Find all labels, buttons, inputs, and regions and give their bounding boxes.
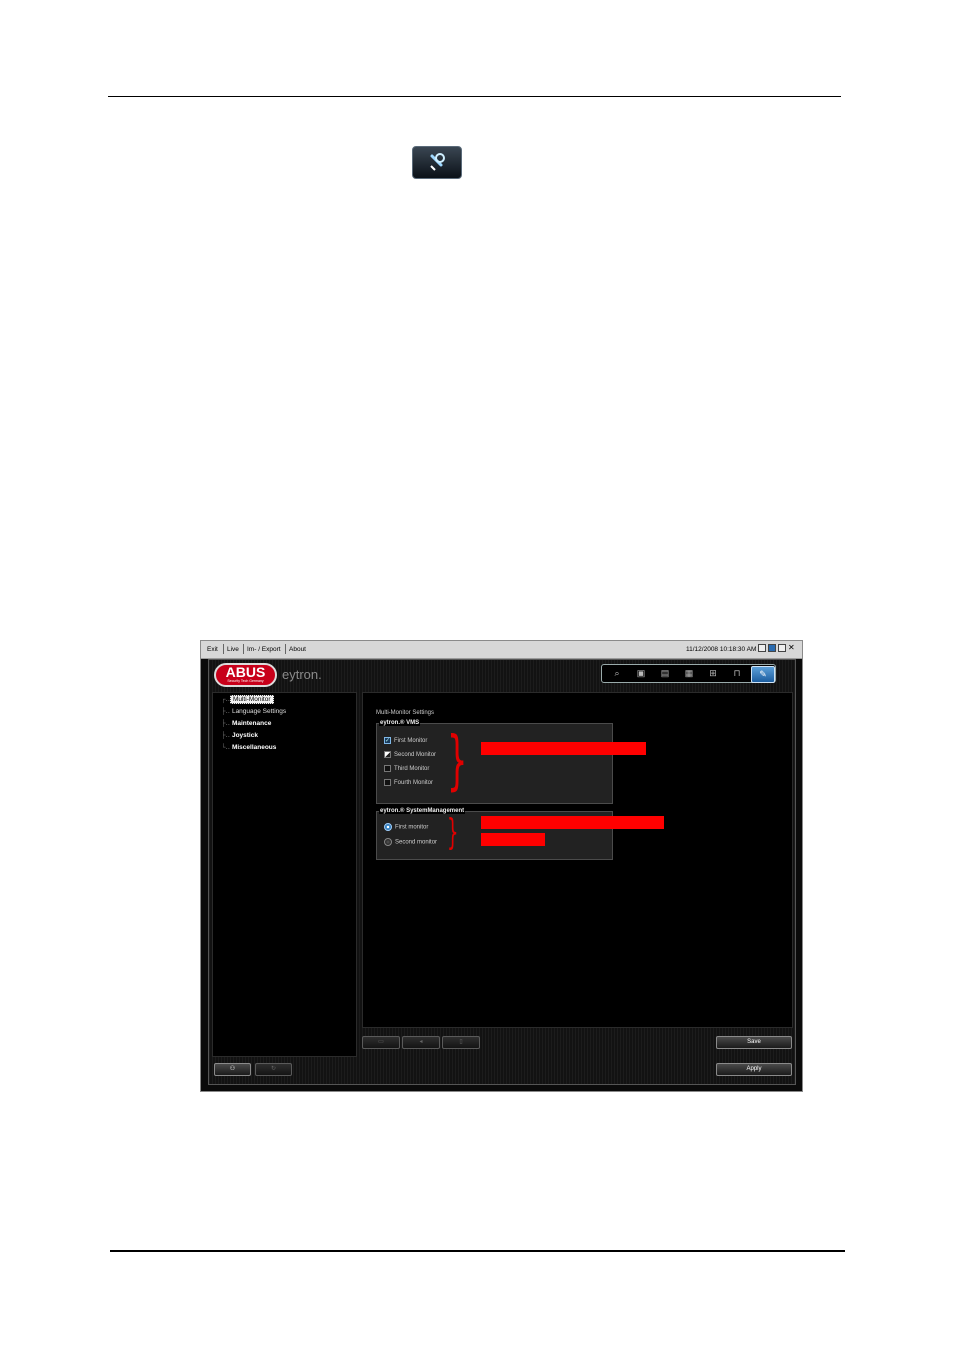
checkbox-empty-icon[interactable]	[384, 765, 391, 772]
annotation-brace: }	[447, 812, 459, 853]
footer-rule	[110, 1250, 845, 1252]
tree-item-maintenance[interactable]: ├‥ Maintenance	[221, 719, 273, 727]
logo-tagline: Security Tech Germany	[227, 679, 264, 683]
minimize-icon[interactable]	[758, 644, 766, 652]
menu-separator	[285, 644, 286, 654]
clock-datetime: 11/12/2008 10:18:30 AM	[686, 646, 757, 653]
menu-about[interactable]: About	[289, 646, 306, 653]
menu-import-export[interactable]: Im- / Export	[247, 646, 281, 653]
header-rule	[108, 96, 841, 97]
settings-tool-icon	[412, 146, 462, 179]
radio-unselected-icon[interactable]	[384, 838, 392, 846]
product-name: eytron.	[282, 667, 322, 682]
vms-option-third-monitor[interactable]: Third Monitor	[384, 765, 429, 772]
menu-live[interactable]: Live	[227, 646, 239, 653]
camera-export-icon[interactable]: ▣	[634, 668, 648, 679]
annotation-bar	[481, 816, 664, 829]
abus-logo: ABUS Security Tech Germany	[214, 663, 277, 687]
menu-exit[interactable]: Exit	[207, 646, 218, 653]
tree-item-miscellaneous[interactable]: └‥ Miscellaneous	[221, 743, 278, 751]
menu-separator	[243, 644, 244, 654]
vms-option-fourth-monitor[interactable]: Fourth Monitor	[384, 779, 433, 786]
events-icon[interactable]: ▤	[658, 668, 672, 679]
vms-group: eytron.® VMS ✓ First Monitor Second Monit…	[376, 720, 613, 804]
sysmgmt-option-first-monitor[interactable]: First monitor	[384, 823, 428, 831]
tree-item-multi-monitor[interactable]: ┌‥ Multi-Monitor	[221, 695, 274, 704]
restore-icon[interactable]	[768, 644, 776, 652]
tree-item-language-settings[interactable]: ├‥ Language Settings	[221, 707, 288, 715]
vms-option-second-monitor[interactable]: Second Monitor	[384, 751, 436, 758]
settings-tool-icon[interactable]: ✎	[751, 666, 775, 683]
page-title: Multi-Monitor Settings	[376, 710, 435, 716]
search-icon[interactable]: ⌕	[610, 668, 624, 679]
apply-button[interactable]: Apply	[716, 1063, 792, 1076]
settings-tree: ┌‥ Multi-Monitor ├‥ Language Settings ├‥ Ma…	[212, 692, 357, 1057]
network-icon[interactable]: ⊞	[706, 668, 720, 679]
maximize-icon[interactable]	[778, 644, 786, 652]
radio-selected-icon[interactable]	[384, 823, 392, 831]
vms-option-first-monitor[interactable]: ✓ First Monitor	[384, 737, 427, 744]
app-frame: ABUS Security Tech Germany eytron. ⌕ ▣ ▤…	[208, 659, 796, 1085]
menu-separator	[223, 644, 224, 654]
sysmgmt-option-second-monitor[interactable]: Second monitor	[384, 838, 437, 846]
checkbox-empty-icon[interactable]	[384, 779, 391, 786]
annotation-brace: }	[447, 724, 468, 798]
layout-icon[interactable]: ▦	[682, 668, 696, 679]
menu-bar: Exit Live Im- / Export About 11/12/2008 …	[201, 641, 802, 659]
vms-group-title: eytron.® VMS	[379, 720, 421, 726]
tree-item-joystick[interactable]: ├‥ Joystick	[221, 731, 260, 739]
application-window: Exit Live Im- / Export About 11/12/2008 …	[200, 640, 803, 1092]
logo-text: ABUS	[225, 664, 266, 680]
lock-icon[interactable]: ⊓	[730, 668, 744, 679]
close-icon[interactable]: ✕	[788, 644, 796, 652]
toolbar-button-edit[interactable]: ◂	[402, 1036, 440, 1049]
checkbox-checked-icon[interactable]: ✓	[384, 737, 391, 744]
main-toolbar: ⌕ ▣ ▤ ▦ ⊞ ⊓ ✎	[601, 664, 776, 683]
save-button[interactable]: Save	[716, 1036, 792, 1049]
annotation-bar	[481, 742, 646, 755]
settings-content: Multi-Monitor Settings eytron.® VMS ✓ Fir…	[362, 692, 793, 1028]
annotation-bar	[481, 833, 545, 846]
toolbar-button-delete[interactable]: ▯	[442, 1036, 480, 1049]
user-icon-button[interactable]: ⚇	[214, 1063, 251, 1076]
refresh-icon-button[interactable]: ↻	[255, 1063, 292, 1076]
toolbar-button-new[interactable]: ▭	[362, 1036, 400, 1049]
checkbox-partial-icon[interactable]	[384, 751, 391, 758]
